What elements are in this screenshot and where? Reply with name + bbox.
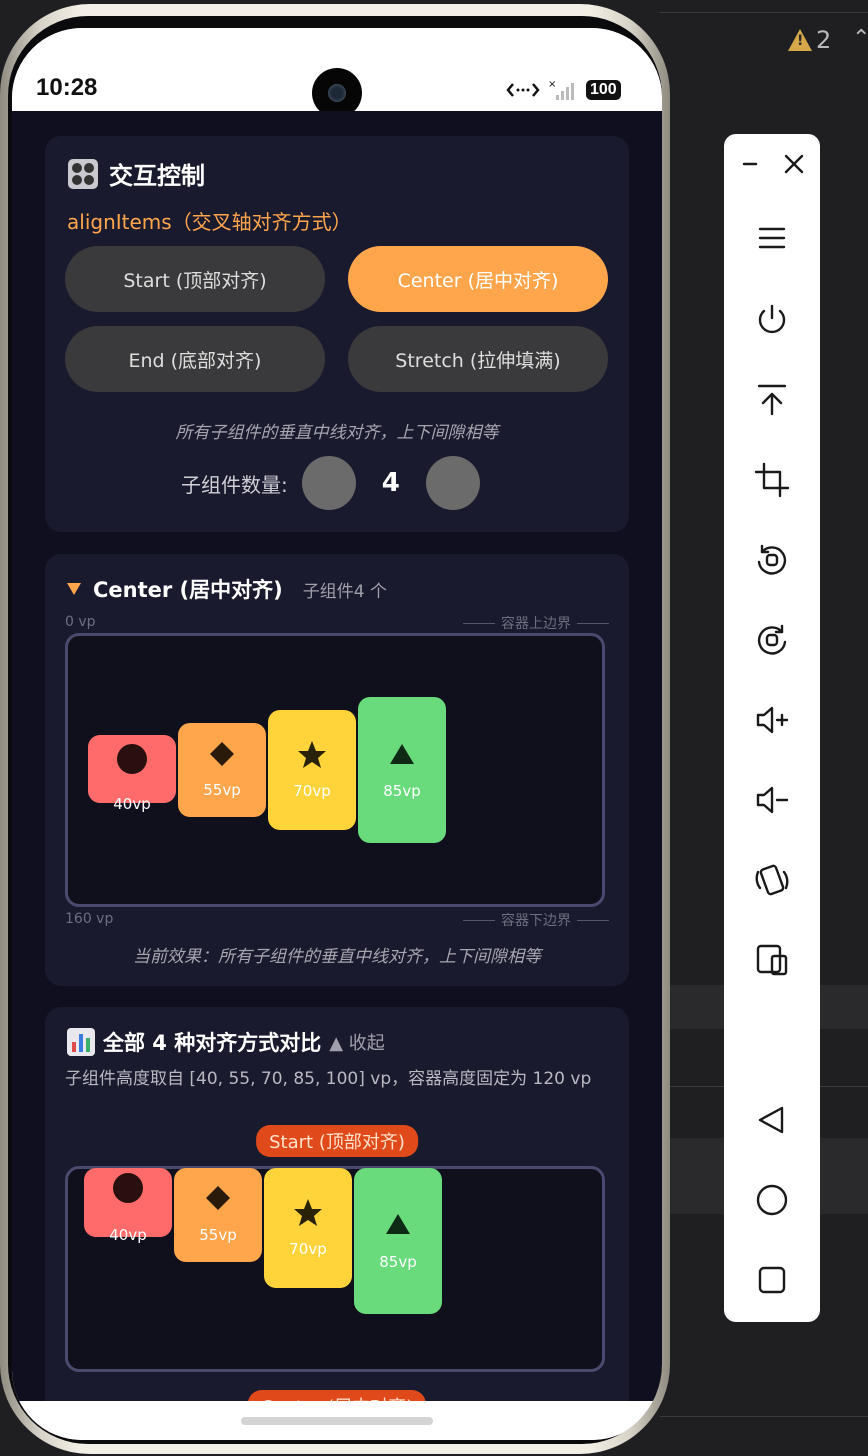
multi-device-icon[interactable]	[748, 936, 796, 984]
svg-text:×: ×	[548, 79, 556, 90]
card-title: 交互控制	[109, 162, 205, 190]
home-indicator[interactable]	[241, 1417, 433, 1425]
control-card: 交互控制 alignItems（交叉轴对齐方式） Start (顶部对齐) Ce…	[45, 136, 629, 532]
option-end-button[interactable]: End (底部对齐)	[65, 326, 325, 392]
count-stepper: 子组件数量: 4	[181, 456, 480, 510]
menu-icon[interactable]	[748, 214, 796, 262]
tile-70: 70vp	[264, 1168, 352, 1288]
ide-divider	[660, 12, 868, 13]
preview-count: 子组件4 个	[302, 581, 387, 602]
signal-icon: ×	[548, 79, 574, 100]
count-label: 子组件数量:	[181, 472, 288, 497]
home-nav-icon[interactable]	[748, 1176, 796, 1224]
option-stretch-button[interactable]: Stretch (拉伸填满)	[348, 326, 608, 392]
start-demo-container: 40vp 55vp 70vp 85vp	[65, 1166, 605, 1372]
preview-title: Center (居中对齐)	[93, 578, 283, 602]
circle-icon	[113, 1173, 143, 1203]
warning-indicator[interactable]: 2	[788, 26, 831, 54]
link-icon	[506, 83, 540, 97]
bar-chart-icon	[67, 1028, 95, 1056]
power-icon[interactable]	[748, 296, 796, 344]
comparison-card: 全部 4 种对齐方式对比 ▲ 收起 子组件高度取自 [40, 55, 70, 8…	[45, 1007, 629, 1401]
current-effect-text: 当前效果：所有子组件的垂直中线对齐，上下间隙相等	[133, 947, 541, 967]
warning-icon	[788, 29, 812, 51]
app-content[interactable]: 交互控制 alignItems（交叉轴对齐方式） Start (顶部对齐) Ce…	[12, 111, 662, 1401]
volume-up-icon[interactable]	[748, 696, 796, 744]
increment-button[interactable]	[425, 456, 480, 510]
section-badge-center: Center (居中对齐)	[247, 1390, 427, 1401]
tile-55: 55vp	[174, 1168, 262, 1262]
status-bar: 10:28 × 100	[12, 28, 662, 118]
expand-toggle-icon[interactable]	[67, 583, 81, 595]
scale-bottom-label: 160 vp	[65, 911, 114, 927]
battery-indicator: 100	[586, 80, 621, 100]
preview-card: Center (居中对齐) 子组件4 个 0 vp 容器上边界 40vp 55v…	[45, 554, 629, 986]
triangle-icon	[386, 1214, 410, 1234]
minimize-icon[interactable]	[726, 140, 774, 188]
status-time: 10:28	[36, 74, 98, 101]
tile-85: 85vp	[354, 1168, 442, 1314]
option-start-button[interactable]: Start (顶部对齐)	[65, 246, 325, 312]
device-screen: 10:28 × 100 交互控制 alignItems（交叉轴对齐方式） Sta…	[12, 28, 662, 1440]
tile-85: 85vp	[358, 697, 446, 843]
option-description: 所有子组件的垂直中线对齐，上下间隙相等	[175, 423, 499, 443]
diamond-icon	[210, 742, 234, 766]
circle-icon	[117, 744, 147, 774]
comparison-description: 子组件高度取自 [40, 55, 70, 85, 100] vp，容器高度固定为…	[65, 1069, 592, 1089]
edge-bottom-label: 容器下边界	[463, 910, 609, 930]
recents-nav-icon[interactable]	[748, 1256, 796, 1304]
tile-40: 40vp	[84, 1168, 172, 1244]
close-icon[interactable]	[770, 140, 818, 188]
comparison-title: 全部 4 种对齐方式对比	[103, 1031, 322, 1055]
star-icon	[298, 741, 326, 768]
tile-70: 70vp	[268, 710, 356, 830]
crop-icon[interactable]	[748, 456, 796, 504]
chevron-up-icon[interactable]: ⌃	[852, 26, 868, 51]
emulator-toolbar	[724, 134, 820, 1322]
tile-40: 40vp	[88, 735, 176, 813]
tile-55: 55vp	[178, 723, 266, 817]
star-icon	[294, 1199, 322, 1226]
section-subtitle: alignItems（交叉轴对齐方式）	[67, 210, 352, 234]
count-value: 4	[381, 468, 400, 498]
device-frame: 10:28 × 100 交互控制 alignItems（交叉轴对齐方式） Sta…	[0, 4, 670, 1454]
section-badge-start: Start (顶部对齐)	[256, 1125, 418, 1157]
collapse-toggle[interactable]: ▲ 收起	[329, 1029, 385, 1055]
ide-divider	[660, 1416, 868, 1417]
option-center-button[interactable]: Center (居中对齐)	[348, 246, 608, 312]
edge-top-label: 容器上边界	[463, 613, 609, 633]
pin-top-icon[interactable]	[748, 376, 796, 424]
diamond-icon	[206, 1186, 230, 1210]
triangle-icon	[390, 744, 414, 764]
control-panel-icon	[68, 158, 98, 189]
volume-down-icon[interactable]	[748, 776, 796, 824]
rotate-device-icon[interactable]	[748, 856, 796, 904]
decrement-button[interactable]	[301, 456, 356, 510]
preview-container: 40vp 55vp 70vp 85vp	[65, 633, 605, 907]
scale-top-label: 0 vp	[65, 614, 96, 630]
rotate-left-icon[interactable]	[748, 536, 796, 584]
rotate-right-icon[interactable]	[748, 616, 796, 664]
back-nav-icon[interactable]	[748, 1096, 796, 1144]
